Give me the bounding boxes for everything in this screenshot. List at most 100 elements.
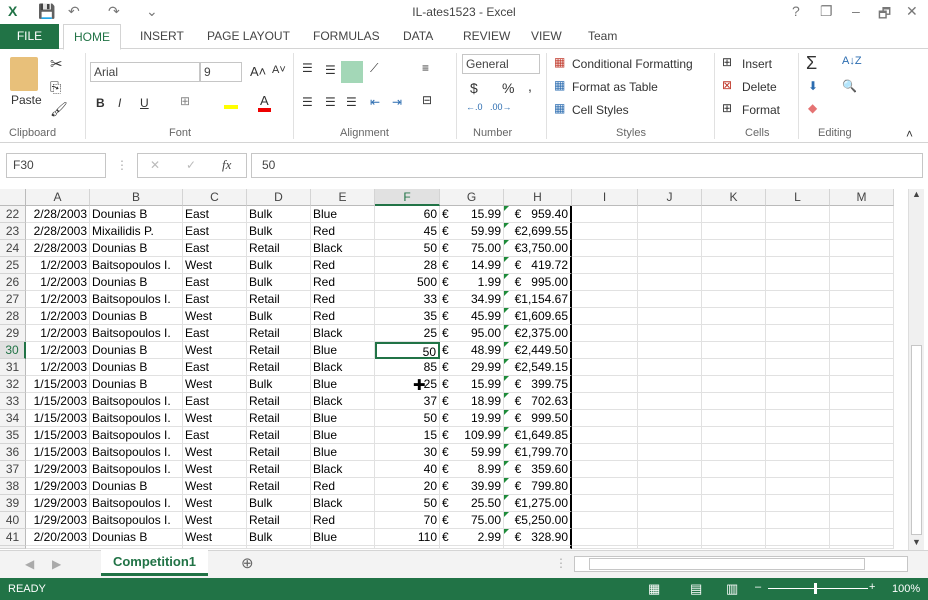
cell-M[interactable] [830, 546, 894, 549]
cell-F[interactable]: 500 [375, 274, 440, 291]
row-header[interactable]: 31 [0, 359, 26, 376]
row-header[interactable]: 24 [0, 240, 26, 257]
cell-B[interactable]: Mixailidis P. [90, 223, 183, 240]
cell-D[interactable]: Retail [247, 444, 311, 461]
paste-icon[interactable] [10, 57, 38, 91]
normal-view-icon[interactable]: ▦ [648, 581, 660, 597]
column-header-D[interactable]: D [247, 189, 311, 206]
row-header[interactable]: 33 [0, 393, 26, 410]
cell-I[interactable] [572, 359, 638, 376]
cell-L[interactable] [766, 359, 830, 376]
cell-L[interactable] [766, 512, 830, 529]
cell-F[interactable]: 40 [375, 461, 440, 478]
cell-I[interactable] [572, 461, 638, 478]
cell-styles-button[interactable]: Cell Styles [572, 103, 629, 117]
italic-button[interactable]: I [118, 96, 121, 110]
collapse-ribbon-icon[interactable]: ˄ [906, 127, 913, 141]
column-header-G[interactable]: G [440, 189, 504, 206]
row-header[interactable]: 26 [0, 274, 26, 291]
cell-C[interactable]: East [183, 359, 247, 376]
decrease-indent-icon[interactable]: ⇤ [370, 95, 380, 109]
column-header-C[interactable]: C [183, 189, 247, 206]
align-left-icon[interactable]: ☰ [302, 95, 313, 109]
row-header[interactable]: 38 [0, 478, 26, 495]
cell-E[interactable]: Black [311, 240, 375, 257]
cell-F[interactable]: 85 [375, 359, 440, 376]
cell-A[interactable]: 1/2/2003 [26, 342, 90, 359]
comma-style-button[interactable]: , [528, 78, 532, 94]
cell-J[interactable] [638, 359, 702, 376]
cell-I[interactable] [572, 529, 638, 546]
cell-B[interactable]: Baitsopoulos I. [90, 461, 183, 478]
cell-M[interactable] [830, 291, 894, 308]
cell-H[interactable]: € 419.72 [504, 257, 572, 274]
cell-A[interactable]: 1/2/2003 [26, 325, 90, 342]
cell-D[interactable]: Bulk [247, 274, 311, 291]
cell-I[interactable] [572, 427, 638, 444]
fill-color-icon[interactable] [224, 93, 238, 109]
cell-J[interactable] [638, 529, 702, 546]
zoom-slider-thumb[interactable] [814, 583, 817, 594]
conditional-formatting-button[interactable]: Conditional Formatting [572, 57, 693, 71]
cell-G[interactable]: €29.99 [440, 359, 504, 376]
cell-A[interactable]: 1/2/2003 [26, 308, 90, 325]
cell-H[interactable]: €5,250.00 [504, 512, 572, 529]
tab-team[interactable]: Team [578, 24, 627, 49]
formula-input[interactable]: 50 [251, 153, 923, 178]
cell-K[interactable] [702, 410, 766, 427]
cell-F[interactable]: 30 [375, 444, 440, 461]
cell-A[interactable] [26, 546, 90, 549]
cell-J[interactable] [638, 444, 702, 461]
cell-C[interactable]: West [183, 342, 247, 359]
cell-A[interactable]: 2/20/2003 [26, 529, 90, 546]
sort-filter-icon[interactable]: A↓Z [842, 55, 862, 67]
cell-E[interactable]: Red [311, 274, 375, 291]
cell-E[interactable]: Blue [311, 427, 375, 444]
cell-E[interactable]: Blue [311, 376, 375, 393]
cell-M[interactable] [830, 206, 894, 223]
cell-L[interactable] [766, 427, 830, 444]
cell-C[interactable]: East [183, 240, 247, 257]
cell-C[interactable]: East [183, 274, 247, 291]
cell-B[interactable]: Dounias B [90, 359, 183, 376]
cell-H[interactable]: € 399.75 [504, 376, 572, 393]
cell-C[interactable]: West [183, 410, 247, 427]
cell-A[interactable]: 1/29/2003 [26, 478, 90, 495]
cell-I[interactable] [572, 410, 638, 427]
cell-J[interactable] [638, 291, 702, 308]
cell-A[interactable]: 2/28/2003 [26, 206, 90, 223]
cell-A[interactable]: 1/15/2003 [26, 376, 90, 393]
cell-D[interactable]: Retail [247, 240, 311, 257]
cell-J[interactable] [638, 393, 702, 410]
cell-G[interactable]: €19.99 [440, 410, 504, 427]
cell-B[interactable]: Baitsopoulos I. [90, 495, 183, 512]
cell-L[interactable] [766, 325, 830, 342]
cell-I[interactable] [572, 240, 638, 257]
cell-B[interactable]: Baitsopoulos I. [90, 291, 183, 308]
sheet-tab-competition1[interactable]: Competition1 [101, 550, 208, 576]
cell-K[interactable] [702, 546, 766, 549]
cell-H[interactable]: € 702.63 [504, 393, 572, 410]
cell-B[interactable] [90, 546, 183, 549]
cell-C[interactable]: West [183, 529, 247, 546]
cell-H[interactable]: € 328.90 [504, 529, 572, 546]
cell-M[interactable] [830, 495, 894, 512]
cell-E[interactable]: Black [311, 359, 375, 376]
cell-D[interactable]: Retail [247, 410, 311, 427]
cell-I[interactable] [572, 325, 638, 342]
cell-E[interactable]: Red [311, 512, 375, 529]
cell-M[interactable] [830, 376, 894, 393]
cell-A[interactable]: 1/15/2003 [26, 444, 90, 461]
cell-G[interactable]: €1.99 [440, 274, 504, 291]
cell-F[interactable]: 25 [375, 376, 440, 393]
row-header[interactable]: 35 [0, 427, 26, 444]
cell-I[interactable] [572, 308, 638, 325]
cell-I[interactable] [572, 478, 638, 495]
find-select-icon[interactable]: 🔍 [842, 79, 857, 93]
cell-G[interactable]: €2.99 [440, 529, 504, 546]
row-header[interactable]: 27 [0, 291, 26, 308]
column-header-A[interactable]: A [26, 189, 90, 206]
cell-C[interactable]: East [183, 291, 247, 308]
cell-G[interactable]: €45.99 [440, 308, 504, 325]
cell-K[interactable] [702, 495, 766, 512]
